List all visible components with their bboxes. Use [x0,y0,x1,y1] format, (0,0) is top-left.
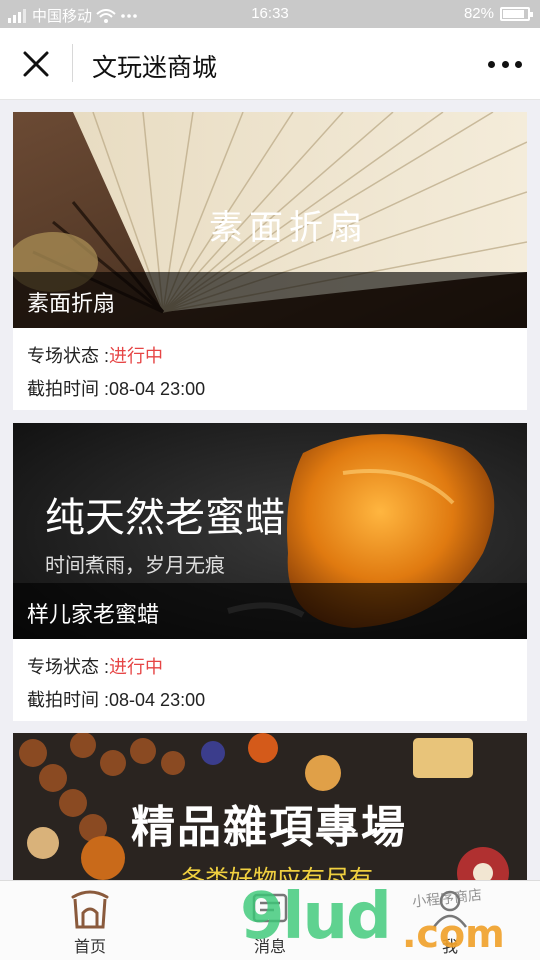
card-banner[interactable]: 素面折扇 素面折扇 [13,112,527,328]
deadline-row: 截拍时间 :08-04 23:00 [27,373,527,406]
status-bar: 中国移动 16:33 82% [0,0,540,28]
status-time: 16:33 [251,5,289,22]
tab-home[interactable]: 首页 [0,881,180,960]
tab-messages-label: 消息 [253,939,286,956]
card-info: 专场状态 :进行中 截拍时间 :08-04 23:00 [13,328,527,406]
banner-title: 素面折扇 [209,208,369,248]
banner-subtitle: 时间煮雨，岁月无痕 [45,553,225,577]
banner-title: 纯天然老蜜蜡 [45,495,285,541]
nav-bar: 文玩迷商城 [0,28,540,100]
user-icon [432,890,468,928]
tab-bar: 首页 消息 我 [0,880,540,960]
deadline-label: 截拍时间 : [27,690,110,710]
card-caption: 素面折扇 [13,272,527,328]
deadline-value: 08-04 23:00 [109,690,206,710]
card-banner[interactable]: 纯天然老蜜蜡 时间煮雨，岁月无痕 样儿家老蜜蜡 [13,423,527,639]
message-icon [252,893,288,923]
deadline-label: 截拍时间 : [27,379,110,399]
page-title: 文玩迷商城 [92,54,218,82]
close-button[interactable] [20,48,52,80]
more-dot-icon [515,60,522,68]
deadline-row: 截拍时间 :08-04 23:00 [27,684,527,717]
status-row: 专场状态 :进行中 [27,340,527,373]
more-dot-icon [501,60,509,68]
status-right: 82% [463,5,533,22]
close-icon [23,51,49,77]
more-button[interactable] [488,54,522,74]
status-label: 专场状态 : [27,657,110,677]
status-value: 进行中 [109,657,164,677]
nav-divider [72,44,73,82]
tab-me-label: 我 [441,939,458,956]
card-caption: 样儿家老蜜蜡 [13,583,527,639]
tab-messages[interactable]: 消息 [180,881,360,960]
deadline-value: 08-04 23:00 [109,379,206,399]
auction-card[interactable]: 纯天然老蜜蜡 时间煮雨，岁月无痕 样儿家老蜜蜡 专场状态 :进行中 截拍时间 :… [13,423,527,721]
home-icon [71,890,109,929]
card-info: 专场状态 :进行中 截拍时间 :08-04 23:00 [13,639,527,717]
battery-icon [500,6,533,21]
auction-card[interactable]: 精品雜項專場 各类好物应有尽有 [13,733,527,883]
auction-card[interactable]: 素面折扇 素面折扇 专场状态 :进行中 截拍时间 :08-04 23:00 [13,112,527,410]
status-row: 专场状态 :进行中 [27,651,527,684]
tab-home-label: 首页 [73,939,106,956]
more-dot-icon [488,60,495,68]
battery-percent: 82% [463,5,494,22]
card-banner[interactable]: 精品雜項專場 各类好物应有尽有 [13,733,527,883]
tab-me[interactable]: 我 [360,881,540,960]
status-value: 进行中 [109,346,164,366]
banner-title: 精品雜項專場 [131,802,407,853]
status-label: 专场状态 : [27,346,110,366]
